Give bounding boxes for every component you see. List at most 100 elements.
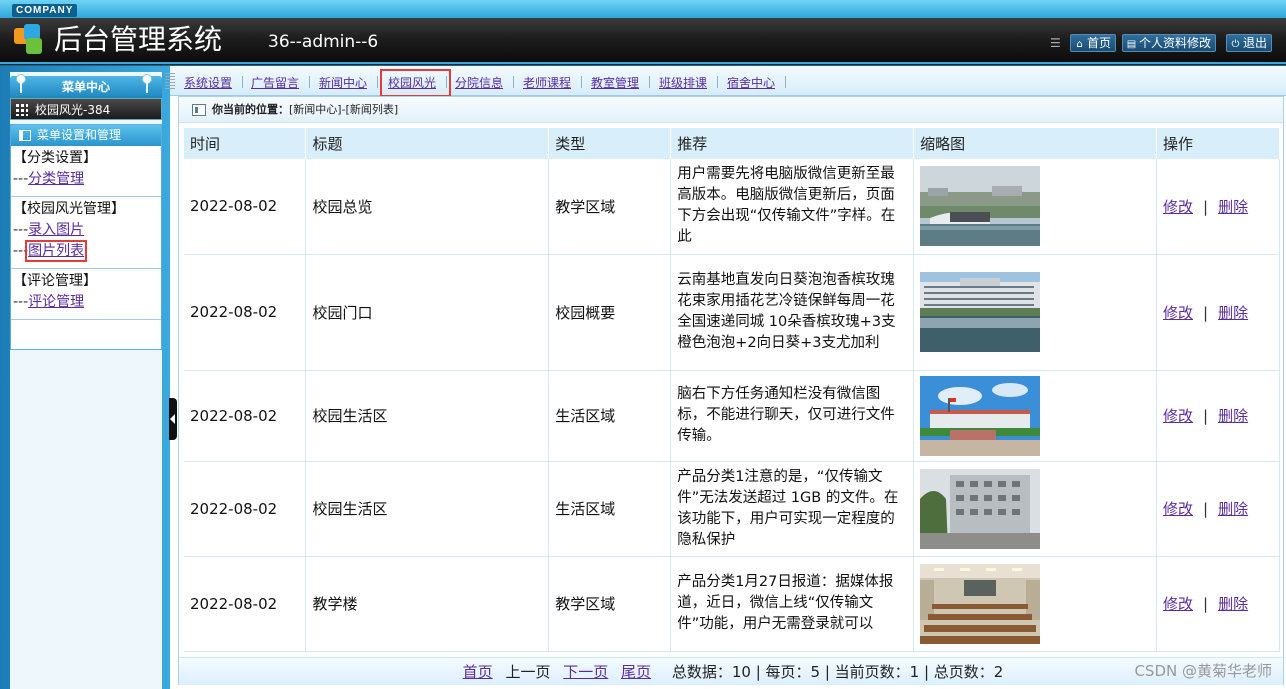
table-row: 2022-08-02 校园总览 教学区域 用户需要先将电脑版微信更新至最高版本。… — [184, 159, 1280, 255]
lecture-hall-photo[interactable] — [920, 563, 1041, 644]
book-icon — [19, 130, 31, 141]
edit-link[interactable]: 修改 — [1163, 198, 1193, 216]
campus-aerial-photo[interactable] — [920, 166, 1041, 247]
pager-prev: 上一页 — [505, 663, 551, 681]
cell-actions: 修改 | 删除 — [1156, 556, 1280, 652]
breadcrumb: 你当前的位置：[新闻中心]-[新闻列表] — [179, 97, 1283, 123]
edit-link[interactable]: 修改 — [1163, 500, 1193, 518]
table-row: 2022-08-02 校园门口 校园概要 云南基地直发向日葵泡泡香槟玫瑰花束家用… — [184, 254, 1280, 371]
edit-link[interactable]: 修改 — [1163, 304, 1193, 322]
delete-link[interactable]: 删除 — [1218, 198, 1248, 216]
logout-button[interactable]: ⏻ 退出 — [1226, 34, 1273, 52]
cell-time: 2022-08-02 — [184, 370, 307, 462]
column-header-type: 类型 — [548, 128, 672, 159]
company-badge: COMPANY — [12, 4, 78, 17]
pin-icon — [16, 74, 26, 93]
cell-recommend: 脑右下方任务通知栏没有微信图标，不能进行聊天，仅可进行文件传输。 — [670, 370, 915, 462]
user-info: 36--admin--6 — [268, 32, 379, 52]
nav-separator — [377, 76, 378, 88]
tab-ads-messages[interactable]: 广告留言 — [251, 74, 299, 92]
dormitory-building-photo[interactable] — [920, 468, 1041, 549]
menu-panel: 菜单设置和管理 【分类设置】 ---分类管理 【校园风光管理】 ---录入图片 … — [10, 124, 162, 350]
pager-first[interactable]: 首页 — [463, 663, 493, 681]
edit-link[interactable]: 修改 — [1163, 407, 1193, 425]
profile-icon: ▤ — [1126, 39, 1137, 50]
main-content: 你当前的位置：[新闻中心]-[新闻列表] 时间 标题 类型 推荐 缩略图 操作 … — [178, 96, 1284, 685]
power-icon: ⏻ — [1231, 39, 1240, 50]
cell-time: 2022-08-02 — [184, 159, 307, 255]
menu-center-title: 菜单中心 — [10, 76, 162, 98]
cell-title: 教学楼 — [305, 556, 550, 652]
nav-separator — [785, 76, 786, 88]
menu-link-category-manage[interactable]: 分类管理 — [28, 171, 84, 187]
tab-system-settings[interactable]: 系统设置 — [184, 74, 232, 92]
campus-square-photo[interactable] — [920, 375, 1041, 456]
current-category[interactable]: 校园风光-384 — [10, 98, 162, 120]
cell-recommend: 用户需要先将电脑版微信更新至最高版本。电脑版微信更新后，页面下方会出现“仅传输文… — [670, 159, 915, 255]
image-list-table: 时间 标题 类型 推荐 缩略图 操作 2022-08-02 校园总览 教学区域 … — [184, 128, 1280, 652]
column-header-time: 时间 — [184, 128, 307, 159]
tab-teacher-courses[interactable]: 老师课程 — [523, 74, 571, 92]
menu-link-comment-manage[interactable]: 评论管理 — [28, 294, 84, 310]
nav-separator — [242, 76, 243, 88]
nav-separator — [649, 76, 650, 88]
campus-gate-photo[interactable] — [920, 272, 1041, 352]
delete-link[interactable]: 删除 — [1218, 304, 1248, 322]
menu-link-image-list[interactable]: 图片列表 — [25, 240, 88, 262]
cell-recommend: 产品分类1注意的是，“仅传输文件”无法发送超过 1GB 的文件。在该功能下，用户… — [670, 461, 915, 557]
cell-time: 2022-08-02 — [184, 254, 307, 371]
cell-recommend: 云南基地直发向日葵泡泡香槟玫瑰花束家用插花艺冷链保鲜每周一花全国速递同城 10朵… — [670, 254, 915, 371]
menu-group-title: 【校园风光管理】 — [13, 201, 125, 217]
cell-type: 教学区域 — [548, 556, 672, 652]
watermark: CSDN @黄菊华老师 — [1134, 662, 1272, 680]
cell-recommend: 产品分类1月27日报道：据媒体报道，近日，微信上线“仅传输文件”功能，用户无需登… — [670, 556, 915, 652]
delete-link[interactable]: 删除 — [1218, 595, 1248, 613]
app-header: COMPANY 后台管理系统 36--admin--6 ☰ ⌂ 首页 ▤ 个人资料修… — [0, 0, 1286, 66]
table-row: 2022-08-02 教学楼 教学区域 产品分类1月27日报道：据媒体报道，近日… — [184, 556, 1280, 652]
tab-dormitory-center[interactable]: 宿舍中心 — [727, 74, 775, 92]
edit-link[interactable]: 修改 — [1163, 595, 1193, 613]
table-row: 2022-08-02 校园生活区 生活区域 脑右下方任务通知栏没有微信图标，不能… — [184, 370, 1280, 462]
menu-group-title: 【评论管理】 — [13, 273, 97, 289]
cell-time: 2022-08-02 — [184, 461, 307, 557]
logo-cubes-icon — [14, 24, 46, 56]
tab-classroom-manage[interactable]: 教室管理 — [591, 74, 639, 92]
tab-branch-info[interactable]: 分院信息 — [455, 74, 503, 92]
tab-class-schedule[interactable]: 班级排课 — [659, 74, 707, 92]
tab-news-center[interactable]: 新闻中心 — [319, 74, 367, 92]
app-title: 后台管理系统 — [54, 23, 223, 56]
menu-group-campus: 【校园风光管理】 ---录入图片 ---图片列表 — [11, 197, 161, 269]
table-row: 2022-08-02 校园生活区 生活区域 产品分类1注意的是，“仅传输文件”无… — [184, 461, 1280, 557]
sidebar-collapse-handle[interactable] — [169, 398, 177, 440]
delete-link[interactable]: 删除 — [1218, 500, 1248, 518]
column-header-title: 标题 — [305, 128, 550, 159]
delete-link[interactable]: 删除 — [1218, 407, 1248, 425]
active-tab-highlight — [380, 69, 451, 97]
cell-type: 教学区域 — [548, 159, 672, 255]
menu-lines-icon: ☰ — [1050, 36, 1061, 50]
pager-last[interactable]: 尾页 — [621, 663, 651, 681]
home-icon: ⌂ — [1076, 39, 1083, 50]
nav-grip-icon — [165, 73, 175, 89]
menu-link-add-image[interactable]: 录入图片 — [28, 222, 84, 238]
home-button[interactable]: ⌂ 首页 — [1070, 34, 1117, 52]
cell-type: 生活区域 — [548, 461, 672, 557]
cell-actions: 修改 | 删除 — [1156, 370, 1280, 462]
cell-type: 校园概要 — [548, 254, 672, 371]
column-header-recommend: 推荐 — [670, 128, 915, 159]
menu-group-title: 【分类设置】 — [13, 150, 97, 166]
pagination: 首页 上一页 下一页 尾页 总数据：10 | 每页：5 | 当前页数：1 | 总… — [179, 657, 1283, 685]
cell-title: 校园总览 — [305, 159, 550, 255]
pager-next[interactable]: 下一页 — [563, 663, 608, 681]
menu-panel-header: 菜单设置和管理 — [11, 125, 161, 146]
grid-icon — [16, 104, 28, 116]
column-header-thumbnail: 缩略图 — [913, 128, 1157, 159]
cell-title: 校园生活区 — [305, 461, 550, 557]
pager-stats: 总数据：10 | 每页：5 | 当前页数：1 | 总页数：2 — [671, 663, 1004, 681]
column-header-actions: 操作 — [1156, 128, 1280, 159]
cell-title: 校园门口 — [305, 254, 550, 371]
profile-edit-button[interactable]: ▤ 个人资料修改 — [1122, 34, 1217, 52]
cell-time: 2022-08-02 — [184, 556, 307, 652]
nav-separator — [309, 76, 310, 88]
nav-separator — [717, 76, 718, 88]
